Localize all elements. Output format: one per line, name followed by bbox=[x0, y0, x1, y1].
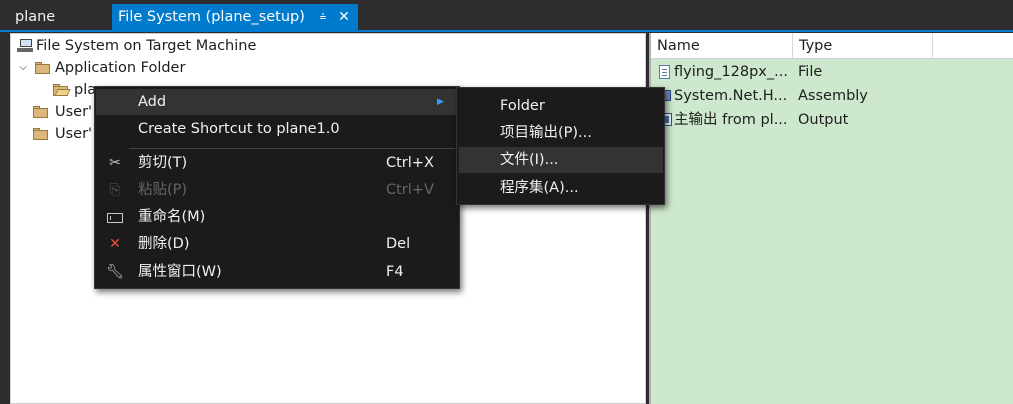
document-tab-strip: plane File System (plane_setup) ⩮ ✕ bbox=[0, 0, 1013, 32]
tree-item-label: File System on Target Machine bbox=[36, 38, 257, 54]
tree-item-label: User' bbox=[55, 104, 93, 120]
list-cell-name: 主输出 from pl... bbox=[674, 112, 788, 128]
chevron-down-icon[interactable]: ⌵ bbox=[17, 57, 29, 79]
list-row[interactable]: System.Net.H... Assembly bbox=[651, 84, 1013, 108]
menu-item-label: 粘贴(P) bbox=[138, 182, 188, 198]
menu-item-rename[interactable]: 重命名(M) bbox=[96, 204, 458, 230]
menu-item-shortcut: Ctrl+V bbox=[386, 182, 434, 198]
open-folder-icon bbox=[53, 84, 71, 96]
column-header-name[interactable]: Name bbox=[651, 33, 793, 59]
list-cell-type: File bbox=[798, 64, 823, 80]
submenu-item-project-output[interactable]: 项目输出(P)... bbox=[459, 120, 663, 146]
add-submenu: Folder 项目输出(P)... 文件(I)... 程序集(A)... bbox=[456, 87, 665, 205]
menu-item-shortcut: Ctrl+X bbox=[386, 155, 434, 171]
scissors-icon: ✂ bbox=[109, 155, 121, 171]
wrench-icon: 🔧︎ bbox=[106, 264, 124, 280]
submenu-item-label: 文件(I)... bbox=[500, 152, 559, 168]
delete-icon: ✕ bbox=[109, 236, 121, 252]
context-menu: Add ▶ Create Shortcut to plane1.0 ✂ 剪切(T… bbox=[94, 86, 460, 289]
tree-item-root[interactable]: File System on Target Machine bbox=[15, 35, 615, 57]
menu-item-label: 剪切(T) bbox=[138, 155, 188, 171]
tree-item-label: Application Folder bbox=[55, 60, 186, 76]
list-cell-type: Assembly bbox=[798, 88, 868, 104]
submenu-arrow-icon: ▶ bbox=[437, 97, 444, 107]
submenu-item-label: 程序集(A)... bbox=[500, 180, 579, 196]
folder-icon bbox=[35, 62, 51, 74]
tab-file-system-label: File System (plane_setup) bbox=[118, 9, 305, 25]
list-row[interactable]: 主输出 from pl... Output bbox=[651, 108, 1013, 132]
submenu-item-label: 项目输出(P)... bbox=[500, 125, 592, 141]
menu-item-shortcut: F4 bbox=[386, 264, 404, 280]
menu-item-label: 属性窗口(W) bbox=[138, 264, 222, 280]
menu-item-properties[interactable]: 🔧︎ 属性窗口(W) F4 bbox=[96, 259, 458, 285]
submenu-item-assembly[interactable]: 程序集(A)... bbox=[459, 175, 663, 201]
menu-item-label: 重命名(M) bbox=[138, 209, 206, 225]
column-header-type[interactable]: Type bbox=[793, 33, 933, 59]
file-icon bbox=[659, 65, 670, 79]
menu-item-paste: ⎘ 粘贴(P) Ctrl+V bbox=[96, 177, 458, 203]
submenu-item-file[interactable]: 文件(I)... bbox=[459, 147, 663, 173]
tab-file-system[interactable]: File System (plane_setup) ⩮ ✕ bbox=[112, 4, 358, 30]
folder-icon bbox=[33, 128, 49, 140]
close-icon[interactable]: ✕ bbox=[336, 4, 352, 30]
tree-item-label: pla bbox=[74, 82, 97, 98]
paste-icon: ⎘ bbox=[109, 182, 121, 198]
menu-item-shortcut: Del bbox=[386, 236, 411, 252]
menu-separator bbox=[129, 148, 455, 149]
list-cell-name: flying_128px_... bbox=[674, 64, 788, 80]
submenu-item-folder[interactable]: Folder bbox=[459, 93, 663, 119]
computer-icon bbox=[17, 39, 33, 53]
menu-item-delete[interactable]: ✕ 删除(D) Del bbox=[96, 231, 458, 257]
list-row[interactable]: flying_128px_... File bbox=[651, 60, 1013, 84]
menu-item-add[interactable]: Add ▶ bbox=[96, 89, 458, 115]
list-cell-type: Output bbox=[798, 112, 849, 128]
list-cell-name: System.Net.H... bbox=[674, 88, 788, 104]
folder-icon bbox=[33, 106, 49, 118]
pin-icon[interactable]: ⩮ bbox=[316, 4, 330, 30]
menu-item-label: Add bbox=[138, 94, 167, 110]
menu-item-label: Create Shortcut to plane1.0 bbox=[138, 121, 340, 137]
tab-accent-line bbox=[0, 30, 1013, 32]
list-header: Name Type bbox=[651, 33, 1013, 59]
menu-item-cut[interactable]: ✂ 剪切(T) Ctrl+X bbox=[96, 150, 458, 176]
submenu-item-label: Folder bbox=[500, 98, 545, 114]
tab-plane-label: plane bbox=[15, 9, 56, 25]
tree-item-application-folder[interactable]: ⌵ Application Folder bbox=[15, 57, 615, 79]
tab-plane[interactable]: plane bbox=[0, 4, 108, 30]
file-list[interactable]: Name Type flying_128px_... File System.N… bbox=[649, 33, 1013, 404]
tree-item-label: User' bbox=[55, 126, 93, 142]
menu-item-create-shortcut[interactable]: Create Shortcut to plane1.0 bbox=[96, 116, 458, 142]
rename-icon bbox=[107, 213, 123, 223]
menu-item-label: 删除(D) bbox=[138, 236, 190, 252]
